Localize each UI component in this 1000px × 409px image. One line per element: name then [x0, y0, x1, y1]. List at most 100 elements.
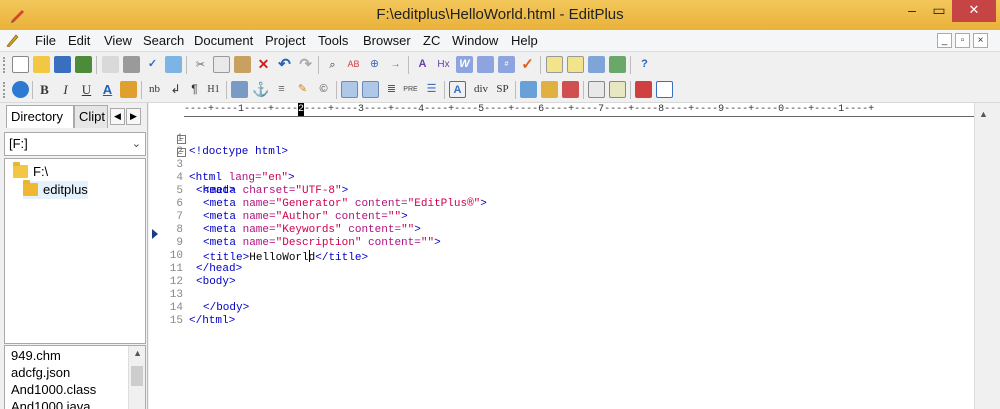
font-color-icon[interactable]: A — [99, 81, 116, 98]
list-icon[interactable]: ☰ — [423, 81, 440, 98]
pre-icon[interactable]: PRE — [402, 81, 419, 98]
find-icon[interactable]: ⌕ — [324, 56, 341, 73]
minimize-button[interactable]: – — [898, 0, 926, 22]
menu-edit[interactable]: Edit — [68, 33, 90, 48]
code-line[interactable]: 5 <meta name="Generator" content="EditPl… — [149, 172, 974, 210]
div-icon[interactable]: div — [470, 81, 492, 98]
undo-icon[interactable]: ↶ — [276, 56, 293, 73]
checkmark-icon[interactable]: ✓ — [519, 56, 536, 73]
code-line[interactable]: 13 </body> — [149, 276, 974, 314]
list-item[interactable]: adcfg.json — [11, 365, 70, 381]
font-tag-icon[interactable]: A — [449, 81, 466, 98]
paragraph-icon[interactable]: ¶ — [186, 81, 203, 98]
code-line[interactable]: 2 − <html lang="en"> — [149, 133, 974, 184]
spell-check-icon[interactable]: ✓ — [144, 56, 161, 73]
window-icon[interactable] — [546, 56, 563, 73]
span-icon[interactable]: SP — [494, 81, 511, 98]
print-preview-icon[interactable] — [102, 56, 119, 73]
save-icon[interactable] — [54, 56, 71, 73]
maximize-button[interactable]: ▭ — [926, 0, 952, 22]
tab-cliptext[interactable]: Clipt — [74, 105, 108, 128]
window2-icon[interactable] — [567, 56, 584, 73]
style-icon[interactable] — [562, 81, 579, 98]
delete-icon[interactable]: ✕ — [255, 56, 272, 73]
code-line[interactable]: 12 — [149, 263, 974, 288]
iframe-icon[interactable] — [609, 81, 626, 98]
code-line-current[interactable]: 9 <title>HelloWorld</title> — [149, 224, 974, 264]
code-line[interactable]: 11 <body> — [149, 250, 974, 288]
line-break-icon[interactable]: ↲ — [167, 81, 184, 98]
code-line[interactable]: 4 <meta charset="UTF-8"> — [149, 159, 974, 197]
menu-file[interactable]: File — [35, 33, 56, 48]
tree-item-f-drive[interactable]: F:\ — [13, 162, 48, 181]
script-icon[interactable] — [541, 81, 558, 98]
cut-icon[interactable]: ✂ — [192, 56, 209, 73]
anchor-icon[interactable]: ⚓ — [252, 81, 269, 98]
menu-search[interactable]: Search — [143, 33, 184, 48]
toolbar-grip[interactable] — [3, 82, 6, 98]
color-grid-icon[interactable] — [120, 81, 137, 98]
table-row-icon[interactable] — [362, 81, 379, 98]
chevron-up-icon[interactable]: ▲ — [133, 348, 142, 358]
menu-zc[interactable]: ZC — [423, 33, 440, 48]
code-line[interactable]: 15 — [149, 302, 974, 327]
editor-vertical-scrollbar[interactable]: ▲ — [974, 103, 991, 409]
hr-icon[interactable]: ≡ — [273, 81, 290, 98]
replace-icon[interactable]: AB — [345, 56, 362, 73]
copy-icon[interactable] — [213, 56, 230, 73]
menu-window[interactable]: Window — [452, 33, 498, 48]
chevron-up-icon[interactable]: ▲ — [979, 109, 988, 119]
line-number-icon[interactable]: # — [498, 56, 515, 73]
menu-project[interactable]: Project — [265, 33, 305, 48]
tab-scroll-right-button[interactable]: ▶ — [126, 108, 141, 125]
menu-document[interactable]: Document — [194, 33, 253, 48]
menu-tools[interactable]: Tools — [318, 33, 348, 48]
table-icon[interactable] — [341, 81, 358, 98]
italic-icon[interactable]: I — [57, 81, 74, 98]
redo-icon[interactable]: ↷ — [297, 56, 314, 73]
paste-icon[interactable] — [234, 56, 251, 73]
help-icon[interactable]: ? — [636, 56, 653, 73]
find-in-files-icon[interactable]: ⊕ — [366, 56, 383, 73]
tab-directory[interactable]: Directory — [6, 105, 74, 128]
code-line[interactable]: 1 <!doctype html> — [149, 120, 974, 158]
image-icon[interactable] — [231, 81, 248, 98]
file-list-scrollbar[interactable]: ▲ — [128, 346, 145, 409]
code-line[interactable]: 14 </html> — [149, 289, 974, 327]
open-folder-icon[interactable] — [33, 56, 50, 73]
code-line[interactable]: 8 <meta name="Description" content=""> — [149, 211, 974, 249]
color-picker-icon[interactable] — [635, 81, 652, 98]
code-line[interactable]: 10 </head> — [149, 237, 974, 275]
code-line[interactable]: 3 − <head> — [149, 146, 974, 197]
copyright-icon[interactable]: © — [315, 81, 332, 98]
heading-icon[interactable]: H1 — [205, 81, 222, 98]
globe-icon[interactable] — [12, 81, 29, 98]
underline-icon[interactable]: U — [78, 81, 95, 98]
table-cell-icon[interactable]: ≣ — [383, 81, 400, 98]
toolbar-config-icon[interactable] — [656, 81, 673, 98]
code-line[interactable]: 6 <meta name="Author" content=""> — [149, 185, 974, 223]
tree-item-editplus[interactable]: editplus — [23, 180, 88, 199]
output-icon[interactable] — [588, 56, 605, 73]
browser-preview-icon[interactable] — [165, 56, 182, 73]
cliptext-icon[interactable] — [609, 56, 626, 73]
mdi-close-button[interactable]: × — [973, 33, 988, 48]
bold-icon[interactable]: B — [36, 81, 53, 98]
fold-toggle-icon[interactable]: − — [177, 135, 186, 144]
frame-icon[interactable] — [588, 81, 605, 98]
code-line[interactable]: 7 <meta name="Keywords" content=""> — [149, 198, 974, 236]
menu-view[interactable]: View — [104, 33, 132, 48]
scrollbar-thumb[interactable] — [131, 366, 143, 386]
hex-icon[interactable]: Hx — [435, 56, 452, 73]
mdi-restore-button[interactable]: ▫ — [955, 33, 970, 48]
menu-help[interactable]: Help — [511, 33, 538, 48]
print-icon[interactable] — [123, 56, 140, 73]
nbsp-icon[interactable]: nb — [146, 81, 163, 98]
fold-toggle-icon[interactable]: − — [177, 148, 186, 157]
save-all-icon[interactable] — [75, 56, 92, 73]
goto-icon[interactable]: → — [387, 56, 404, 73]
comment-icon[interactable]: ✎ — [294, 81, 311, 98]
list-item[interactable]: And1000.java — [11, 399, 91, 409]
new-file-icon[interactable] — [12, 56, 29, 73]
toolbar-grip[interactable] — [3, 57, 6, 73]
